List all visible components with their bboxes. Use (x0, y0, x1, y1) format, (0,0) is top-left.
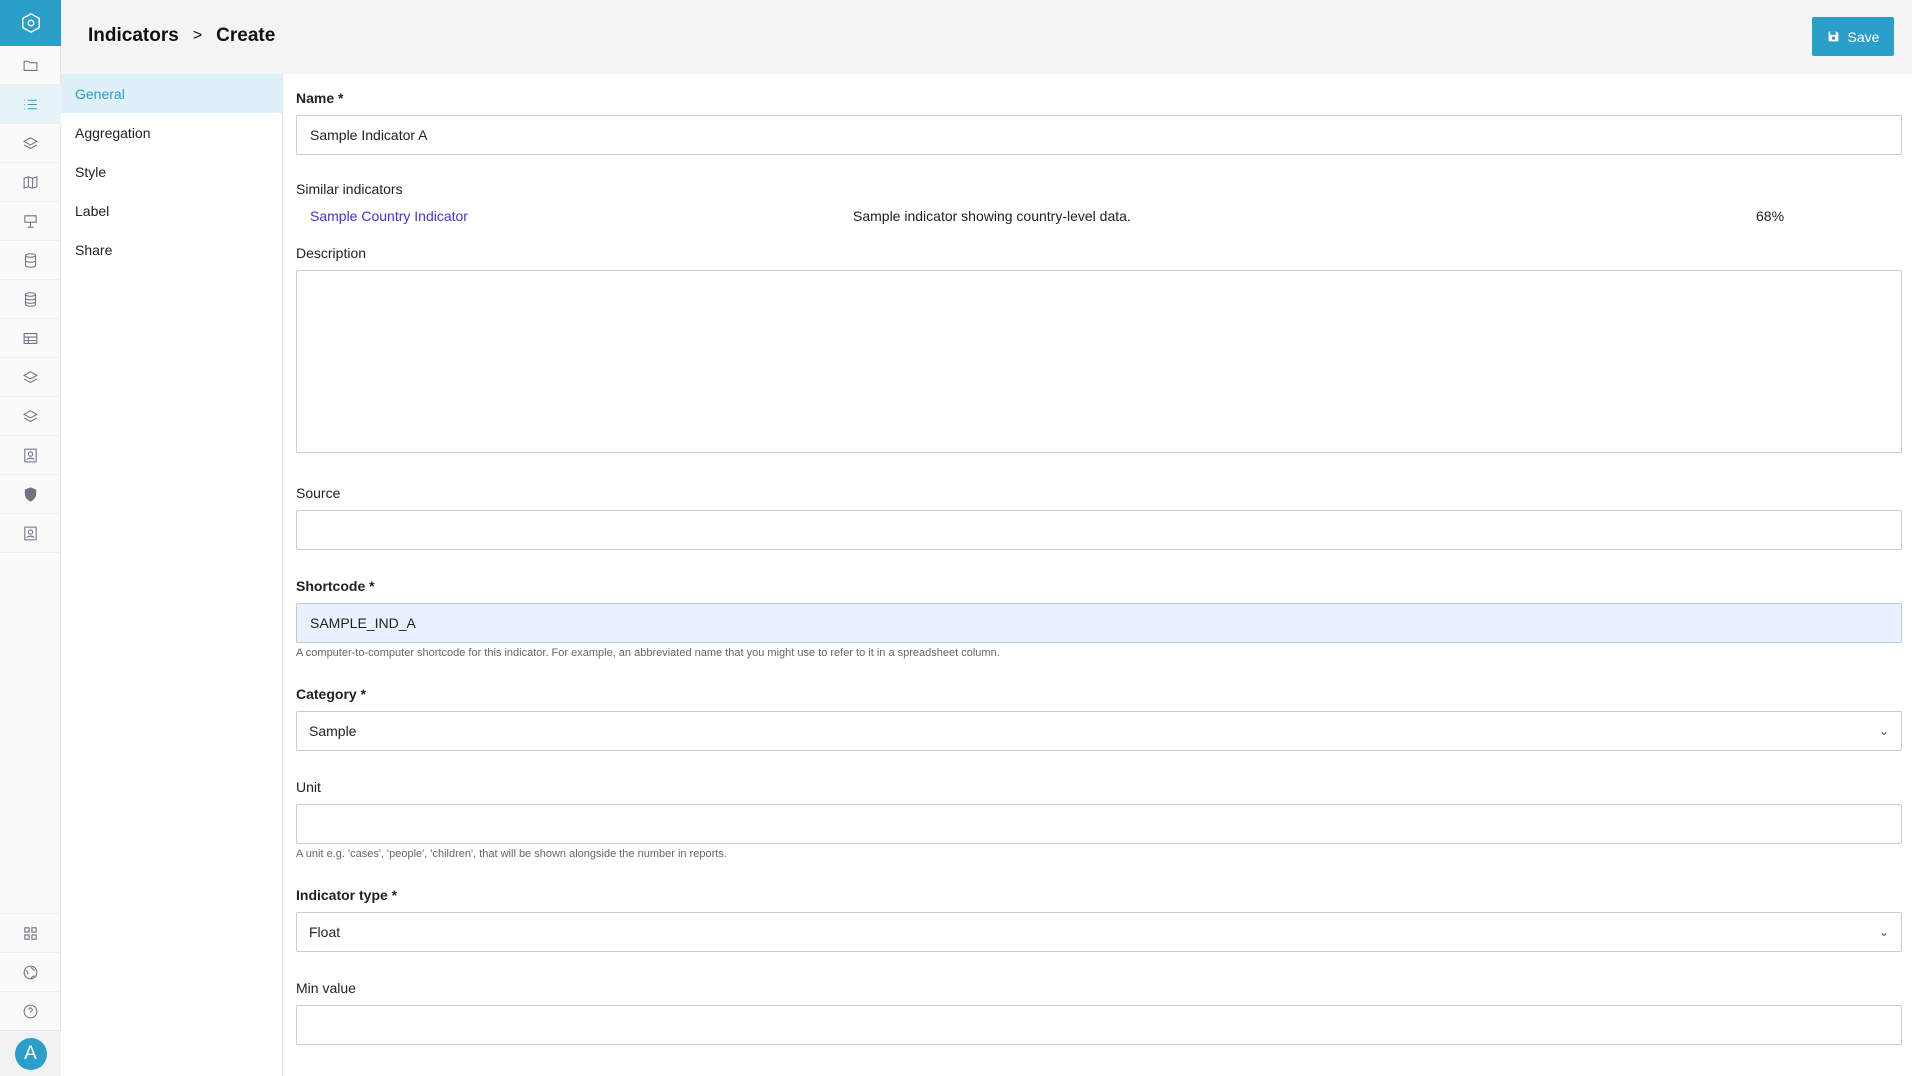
min-value-group: Min value (296, 980, 1902, 1045)
indicator-type-group: Indicator type * Float ⌄ (296, 887, 1902, 952)
breadcrumb-separator: > (192, 27, 203, 44)
source-input[interactable] (296, 510, 1902, 550)
section-label[interactable]: Label (61, 191, 282, 230)
similar-indicator-score: 68% (1756, 208, 1785, 224)
description-group: Description (296, 245, 1902, 453)
name-group: Name * Sample Indicator A (296, 90, 1902, 155)
shortcode-hint: A computer-to-computer shortcode for thi… (296, 647, 1000, 659)
user-menu[interactable]: A (0, 1030, 61, 1076)
similar-indicator-link[interactable]: Sample Country Indicator (296, 208, 853, 224)
section-style[interactable]: Style (61, 152, 282, 191)
source-label: Source (296, 485, 341, 501)
database-icon[interactable] (0, 241, 61, 280)
help-icon[interactable] (0, 991, 61, 1030)
page-header: Indicators > Create Save (61, 0, 1912, 74)
unit-input[interactable] (296, 804, 1902, 844)
shortcode-input[interactable]: SAMPLE_IND_A (296, 603, 1902, 643)
breadcrumb: Indicators > Create (88, 25, 275, 47)
section-general[interactable]: General (61, 74, 282, 113)
list-icon[interactable] (0, 85, 61, 124)
section-nav: General Aggregation Style Label Share (61, 74, 283, 1076)
database-icon[interactable] (0, 280, 61, 319)
unit-hint: A unit e.g. 'cases', 'people', 'children… (296, 848, 727, 860)
indicator-type-label: Indicator type * (296, 887, 398, 903)
min-value-input[interactable] (296, 1005, 1902, 1045)
category-selected-value: Sample (309, 723, 357, 739)
indicator-type-select[interactable]: Float ⌄ (296, 912, 1902, 952)
list-item: Sample Country Indicator Sample indicato… (296, 201, 1902, 231)
breadcrumb-indicators-link[interactable]: Indicators (88, 25, 179, 47)
hexagon-logo-icon[interactable] (0, 0, 61, 46)
description-textarea[interactable] (296, 270, 1902, 453)
indicator-form: Name * Sample Indicator A Similar indica… (296, 74, 1902, 1045)
category-label: Category * (296, 686, 367, 702)
map-icon[interactable] (0, 163, 61, 202)
avatar[interactable]: A (14, 1037, 47, 1070)
similar-indicators: Similar indicators Sample Country Indica… (296, 181, 1902, 231)
globe-icon[interactable] (0, 952, 61, 991)
table-icon[interactable] (0, 319, 61, 358)
folder-icon[interactable] (0, 46, 61, 85)
chevron-down-icon: ⌄ (1878, 724, 1889, 738)
breadcrumb-current: Create (216, 25, 276, 46)
unit-group: Unit A unit e.g. 'cases', 'people', 'chi… (296, 779, 1902, 860)
section-aggregation[interactable]: Aggregation (61, 113, 282, 152)
category-group: Category * Sample ⌄ (296, 686, 1902, 751)
layers-icon[interactable] (0, 124, 61, 163)
icon-rail: A (0, 0, 61, 1076)
save-label: Save (1847, 28, 1880, 45)
shortcode-label: Shortcode * (296, 578, 375, 594)
grid-icon[interactable] (0, 913, 61, 952)
layers-icon[interactable] (0, 397, 61, 436)
description-label: Description (296, 245, 367, 261)
unit-label: Unit (296, 779, 321, 795)
similar-indicator-description: Sample indicator showing country-level d… (853, 208, 1131, 224)
shield-icon[interactable] (0, 475, 61, 514)
source-group: Source (296, 485, 1902, 550)
floppy-disk-icon (1828, 31, 1838, 42)
similar-indicators-label: Similar indicators (296, 181, 403, 197)
layers-icon[interactable] (0, 358, 61, 397)
contact-icon[interactable] (0, 436, 61, 475)
category-select[interactable]: Sample ⌄ (296, 711, 1902, 751)
save-button[interactable]: Save (1812, 17, 1894, 56)
indicator-type-selected-value: Float (309, 924, 341, 940)
contact-icon[interactable] (0, 514, 61, 553)
section-share[interactable]: Share (61, 230, 282, 269)
min-value-label: Min value (296, 980, 356, 996)
name-label: Name * (296, 90, 344, 106)
presentation-icon[interactable] (0, 202, 61, 241)
shortcode-group: Shortcode * SAMPLE_IND_A A computer-to-c… (296, 578, 1902, 659)
name-input[interactable]: Sample Indicator A (296, 115, 1902, 155)
chevron-down-icon: ⌄ (1878, 925, 1889, 939)
